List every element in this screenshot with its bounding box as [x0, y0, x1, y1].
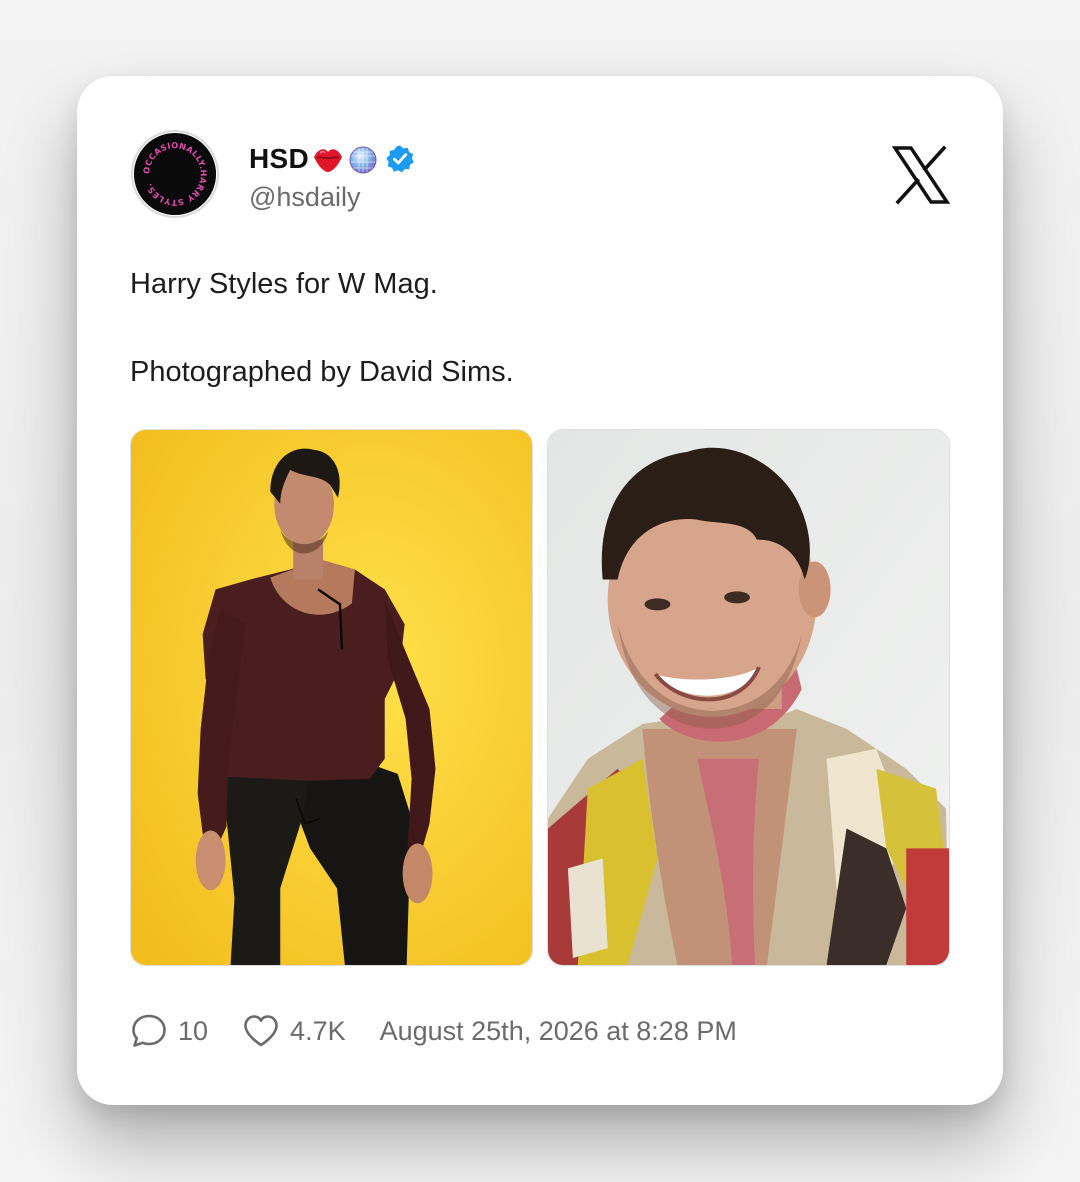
tweet-text-line-1: Harry Styles for W Mag. [130, 268, 438, 300]
tweet-footer: 10 4.7K August 25th, 2026 at 8:28 PM [130, 1011, 737, 1051]
tweet-text: Harry Styles for W Mag. Photographed by … [130, 262, 514, 394]
tweet-card: OCCASIONALLY.HARRY STYLES. HSD @hsdaily … [77, 76, 1003, 1105]
like-button[interactable]: 4.7K [242, 1013, 346, 1049]
tweet-timestamp[interactable]: August 25th, 2026 at 8:28 PM [380, 1016, 737, 1047]
like-count: 4.7K [290, 1015, 346, 1046]
avatar-logo-icon: OCCASIONALLY.HARRY STYLES. [133, 132, 217, 216]
x-logo-icon[interactable] [892, 145, 950, 205]
heart-icon [244, 1015, 278, 1047]
author-handle[interactable]: @hsdaily [249, 182, 360, 213]
display-name[interactable]: HSD [249, 143, 309, 175]
verified-badge-icon [386, 145, 414, 173]
author-name-row: HSD [249, 142, 415, 176]
avatar[interactable]: OCCASIONALLY.HARRY STYLES. [131, 130, 219, 218]
photo-man-smiling [548, 430, 949, 965]
mirror-ball-emoji-icon [349, 146, 377, 174]
reply-bubble-icon [132, 1014, 166, 1047]
reply-button[interactable]: 10 [130, 1013, 208, 1049]
reply-count: 10 [178, 1015, 209, 1046]
media-photo-1[interactable] [130, 429, 533, 966]
kiss-mark-emoji-icon [314, 149, 343, 172]
photo-man-yellow-background [131, 430, 532, 965]
media-photo-2[interactable] [547, 429, 950, 966]
tweet-text-line-2: Photographed by David Sims. [130, 356, 514, 388]
